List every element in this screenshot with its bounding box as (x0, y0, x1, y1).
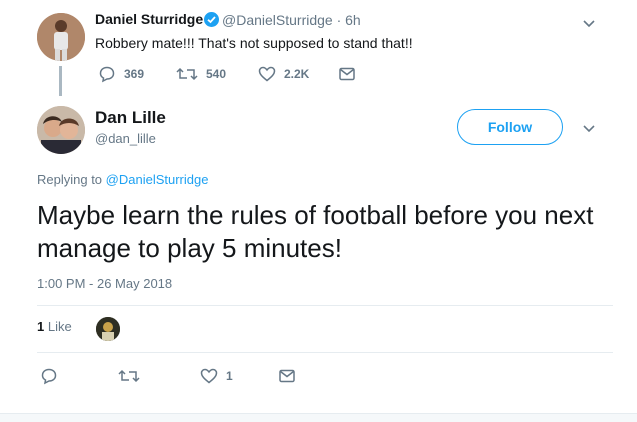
follow-button[interactable]: Follow (457, 109, 563, 145)
heart-icon (258, 66, 276, 82)
reply-button[interactable] (40, 366, 58, 386)
author-handle[interactable]: @DanielSturridge · 6h (222, 12, 361, 28)
heart-icon (200, 368, 218, 384)
replying-to-handle[interactable]: @DanielSturridge (106, 172, 209, 187)
reply-count: 369 (124, 67, 145, 81)
author-name[interactable]: Dan Lille (95, 108, 166, 128)
chevron-down-icon[interactable] (582, 16, 596, 30)
liker-avatar[interactable] (96, 317, 120, 341)
retweet-button[interactable] (118, 366, 140, 386)
like-button[interactable]: 2.2K (258, 64, 309, 84)
reply-icon (41, 368, 57, 385)
retweet-count: 540 (206, 67, 227, 81)
chevron-down-icon[interactable] (582, 121, 596, 135)
message-button[interactable] (338, 64, 356, 84)
author-name[interactable]: Daniel Sturridge (95, 11, 203, 27)
likes-stat-label: Like (47, 319, 72, 334)
divider (37, 305, 613, 306)
like-count: 2.2K (284, 67, 310, 81)
thread-line (59, 66, 62, 96)
like-count: 1 (226, 369, 233, 383)
envelope-icon (279, 369, 295, 383)
tweet-text: Robbery mate!!! That's not supposed to s… (95, 35, 413, 51)
message-button[interactable] (278, 366, 296, 386)
avatar[interactable] (37, 106, 85, 154)
verified-icon (204, 12, 219, 27)
divider (37, 352, 613, 353)
tweet-text: Maybe learn the rules of football before… (37, 200, 594, 263)
retweet-icon (118, 369, 140, 383)
likes-stat-count: 1 (37, 319, 45, 334)
tweet-timestamp[interactable]: 1:00 PM - 26 May 2018 (37, 276, 172, 291)
author-handle[interactable]: @dan_lille (95, 131, 156, 146)
retweet-icon (176, 67, 198, 81)
replying-to-label: Replying to (37, 172, 106, 187)
timeline-gap (0, 413, 637, 422)
reply-icon (99, 66, 115, 83)
replying-to: Replying to @DanielSturridge (37, 172, 208, 187)
retweet-button[interactable]: 540 (176, 64, 226, 84)
reply-button[interactable]: 369 (98, 64, 144, 84)
avatar[interactable] (37, 13, 85, 61)
likes-stat[interactable]: 1 Like (37, 319, 72, 334)
like-button[interactable]: 1 (200, 366, 233, 386)
envelope-icon (339, 67, 355, 81)
